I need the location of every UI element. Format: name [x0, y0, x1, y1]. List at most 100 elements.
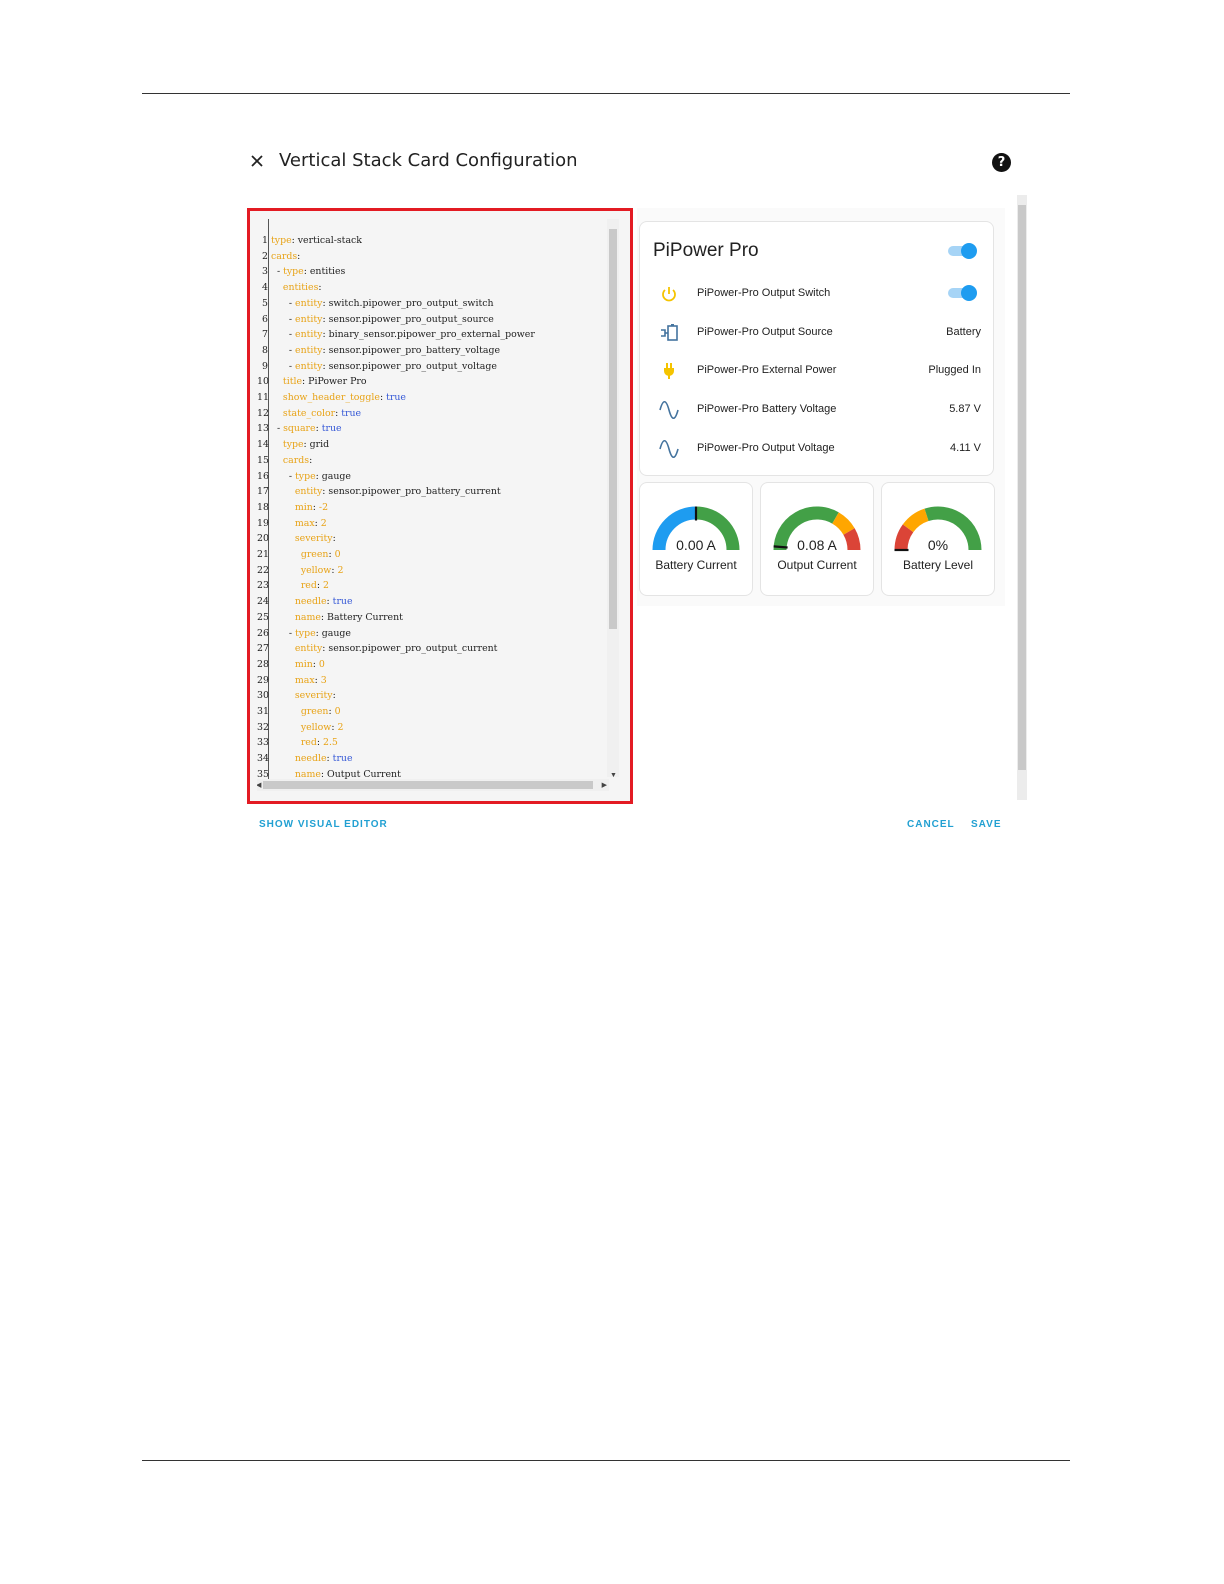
entity-label: PiPower-Pro Output Voltage — [697, 441, 835, 454]
yaml-code-editor[interactable]: ▼ ◀ ▶ 1 type: vertical-stack 2 cards: 3 - ty… — [257, 219, 621, 791]
code-line[interactable]: 35 name: Output Current — [257, 767, 401, 783]
dialog-scroll-thumb[interactable] — [1018, 205, 1026, 770]
dialog-title: Vertical Stack Card Configuration — [279, 150, 578, 171]
code-line[interactable]: 27 entity: sensor.pipower_pro_output_cur… — [257, 641, 497, 657]
yaml-text-token: - — [271, 627, 296, 639]
code-line[interactable]: 34 needle: true — [257, 751, 353, 767]
code-line[interactable]: 22 yellow: 2 — [257, 563, 343, 579]
battery-plug-icon — [658, 322, 680, 344]
code-line[interactable]: 28 min: 0 — [257, 657, 325, 673]
entity-toggle[interactable] — [948, 285, 977, 301]
line-number: 18 — [257, 501, 269, 513]
code-line[interactable]: 23 red: 2 — [257, 578, 329, 594]
gauge-card[interactable]: 0.08 A Output Current — [760, 482, 874, 596]
yaml-text-token — [271, 753, 295, 764]
code-line[interactable]: 14 type: grid — [257, 437, 329, 453]
yaml-text-token — [271, 486, 295, 497]
line-number: 35 — [257, 768, 269, 780]
yaml-key-token: entities — [282, 282, 319, 294]
entity-state-value: Battery — [946, 325, 981, 338]
yaml-text-token — [271, 612, 295, 623]
code-line[interactable]: 30 severity: — [257, 688, 336, 704]
yaml-text-token — [271, 690, 295, 701]
code-line[interactable]: 5 - entity: switch.pipower_pro_output_sw… — [257, 296, 493, 312]
yaml-key-token: name — [294, 768, 321, 780]
yaml-key-token: type — [271, 235, 292, 246]
entity-row[interactable]: PiPower-Pro Output Voltage 4.11 V — [640, 433, 993, 463]
editor-vertical-scroll-thumb[interactable] — [609, 229, 617, 629]
code-line[interactable]: 15 cards: — [257, 453, 312, 469]
scroll-down-arrow-icon[interactable]: ▼ — [610, 772, 617, 779]
yaml-key-token: entity — [295, 329, 323, 341]
entity-row[interactable]: PiPower-Pro External Power Plugged In — [640, 355, 993, 385]
cancel-button[interactable]: CANCEL — [907, 819, 955, 830]
code-line[interactable]: 17 entity: sensor.pipower_pro_battery_cu… — [257, 484, 501, 500]
dialog-scrollbar[interactable] — [1017, 195, 1027, 800]
line-number: 34 — [257, 753, 269, 765]
yaml-text-token: : sensor.pipower_pro_output_voltage — [322, 360, 497, 372]
gauge-severity-segment — [831, 512, 855, 536]
gauge-name: Battery Level — [902, 558, 974, 572]
page-top-rule — [142, 93, 1070, 94]
code-line[interactable]: 7 - entity: binary_sensor.pipower_pro_ex… — [257, 327, 535, 343]
code-line[interactable]: 8 - entity: sensor.pipower_pro_battery_v… — [257, 343, 500, 359]
code-line[interactable]: 18 min: -2 — [257, 500, 328, 516]
code-line[interactable]: 13 - square: true — [257, 421, 342, 437]
yaml-text-token: - — [271, 344, 296, 356]
yaml-key-token: 2 — [337, 564, 344, 576]
close-icon[interactable] — [248, 152, 266, 170]
header-toggle[interactable] — [948, 243, 977, 259]
code-line[interactable]: 32 yellow: 2 — [257, 720, 343, 736]
code-line[interactable]: 3 - type: entities — [257, 264, 345, 280]
code-line[interactable]: 4 entities: — [257, 280, 322, 296]
code-line[interactable]: 16 - type: gauge — [257, 469, 351, 485]
power-icon — [658, 283, 680, 305]
yaml-text-token: : sensor.pipower_pro_output_current — [322, 643, 498, 655]
entity-row[interactable]: PiPower-Pro Output Switch — [640, 278, 993, 308]
line-number: 15 — [257, 454, 269, 466]
yaml-text-token: - — [271, 313, 296, 325]
code-line[interactable]: 26 - type: gauge — [257, 626, 351, 642]
yaml-key-token: 0 — [334, 706, 341, 717]
code-line[interactable]: 21 green: 0 — [257, 547, 341, 563]
code-line[interactable]: 20 severity: — [257, 531, 336, 547]
scroll-right-arrow-icon[interactable]: ▶ — [602, 781, 607, 789]
yaml-key-token: entity — [295, 344, 323, 356]
code-line[interactable]: 19 max: 2 — [257, 516, 327, 532]
yaml-text-token — [271, 706, 301, 717]
code-line[interactable]: 33 red: 2.5 — [257, 735, 338, 751]
yaml-boolean-token: true — [332, 753, 353, 765]
code-line[interactable]: 31 green: 0 — [257, 704, 341, 720]
code-line[interactable]: 6 - entity: sensor.pipower_pro_output_so… — [257, 312, 494, 328]
code-line[interactable]: 12 state_color: true — [257, 406, 361, 422]
code-line[interactable]: 29 max: 3 — [257, 673, 327, 689]
code-line[interactable]: 25 name: Battery Current — [257, 610, 403, 626]
line-number: 8 — [262, 344, 268, 356]
save-button[interactable]: SAVE — [971, 819, 1002, 830]
yaml-text-token: : sensor.pipower_pro_output_source — [322, 313, 494, 325]
code-line[interactable]: 2 cards: — [257, 249, 300, 265]
gauge-card[interactable]: 0.00 A Battery Current — [639, 482, 753, 596]
gauge-card[interactable]: 0% Battery Level — [881, 482, 995, 596]
entity-row[interactable]: PiPower-Pro Output Source Battery — [640, 317, 993, 347]
code-line[interactable]: 9 - entity: sensor.pipower_pro_output_vo… — [257, 359, 497, 375]
page-bottom-rule — [142, 1460, 1070, 1461]
yaml-text-token — [271, 549, 301, 560]
card-title: PiPower Pro — [653, 240, 759, 261]
help-icon[interactable]: ? — [992, 153, 1011, 172]
code-line[interactable]: 11 show_header_toggle: true — [257, 390, 406, 406]
yaml-text-token — [271, 376, 283, 387]
yaml-key-token: state_color — [282, 407, 336, 419]
yaml-text-token: - — [271, 423, 284, 435]
code-line[interactable]: 24 needle: true — [257, 594, 353, 610]
yaml-boolean-token: true — [321, 423, 342, 435]
editor-vertical-scrollbar[interactable]: ▼ — [607, 219, 619, 779]
yaml-text-token — [271, 769, 295, 780]
entity-row[interactable]: PiPower-Pro Battery Voltage 5.87 V — [640, 394, 993, 424]
code-line[interactable]: 10 title: PiPower Pro — [257, 374, 367, 390]
yaml-key-token: type — [295, 470, 316, 482]
code-line[interactable]: 1 type: vertical-stack — [257, 233, 362, 249]
yaml-text-token — [271, 737, 301, 748]
show-visual-editor-button[interactable]: SHOW VISUAL EDITOR — [259, 819, 388, 830]
yaml-boolean-token: true — [341, 407, 362, 419]
